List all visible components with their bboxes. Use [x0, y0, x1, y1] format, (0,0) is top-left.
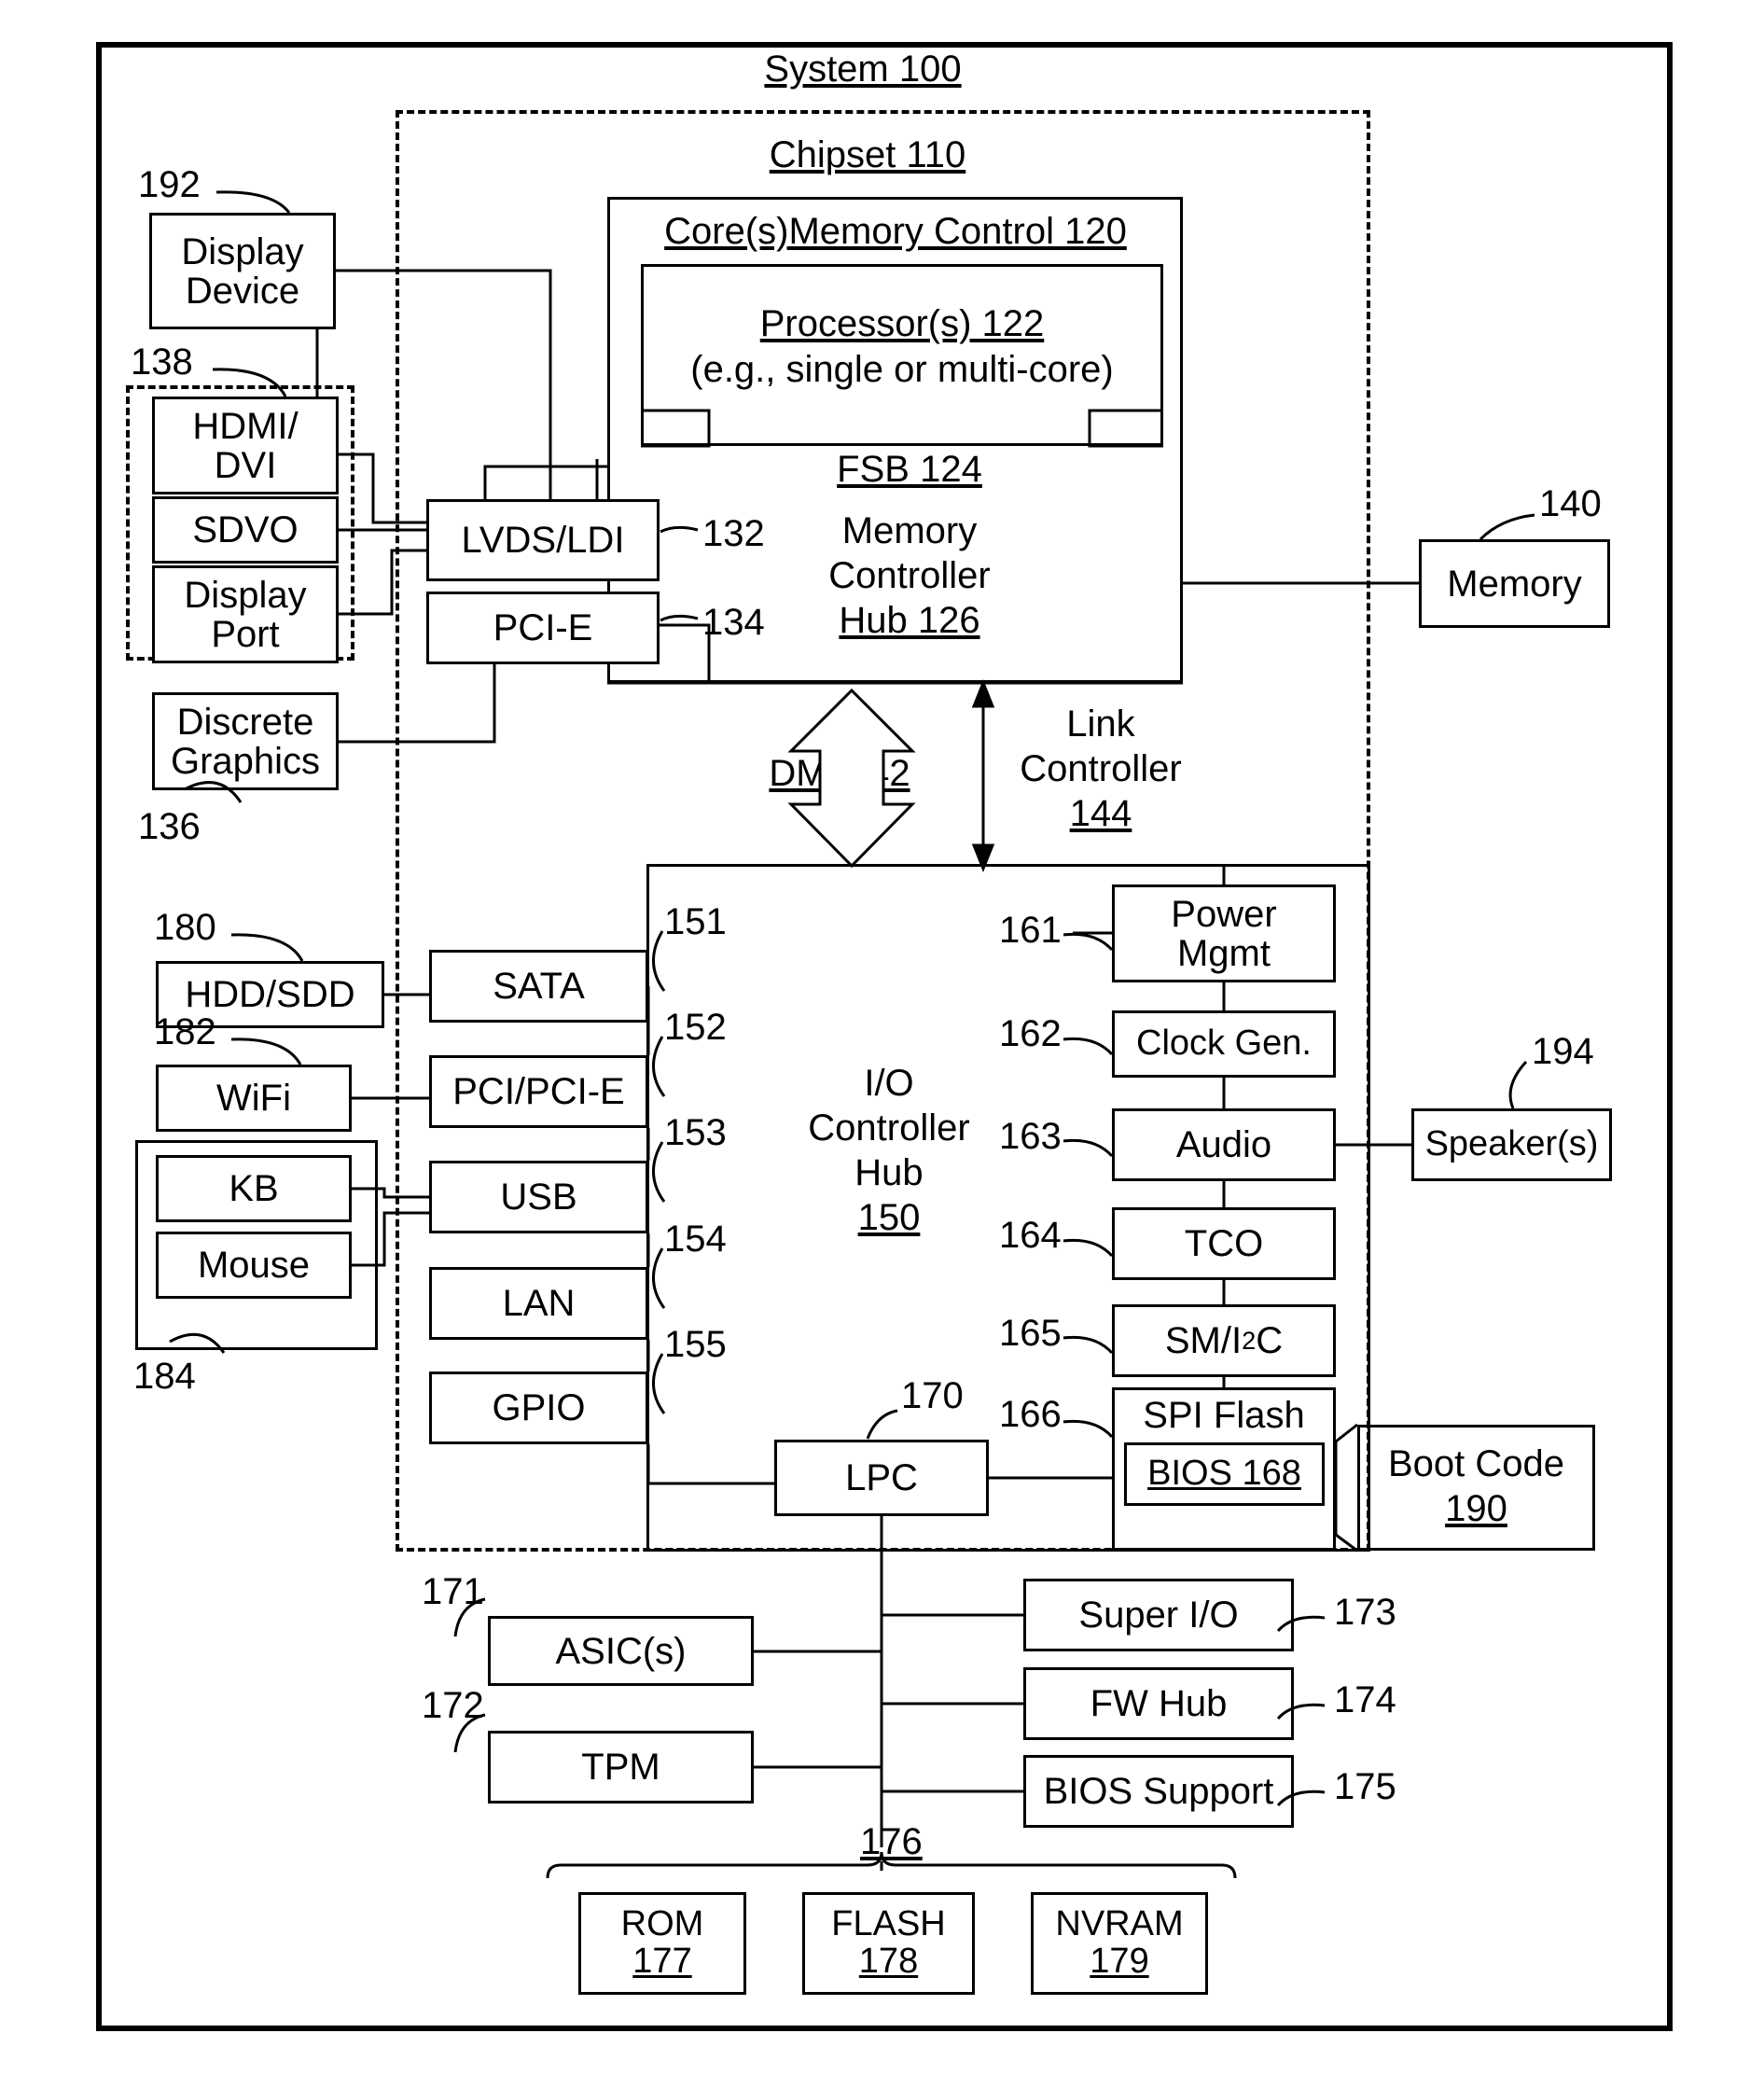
bios-support-block[interactable]: BIOS Support: [1023, 1755, 1294, 1828]
memory-controller-hub-line2: Controller: [828, 555, 991, 596]
link-controller-line2: Controller: [1020, 748, 1182, 789]
link-controller-line1: Link: [1066, 703, 1135, 745]
kb-block[interactable]: KB: [156, 1155, 352, 1222]
ref-155: 155: [664, 1324, 727, 1365]
nvram-ref: 179: [1090, 1942, 1149, 1981]
rom-ref: 177: [632, 1942, 692, 1981]
ref-162: 162: [999, 1013, 1062, 1054]
ref-194: 194: [1532, 1031, 1594, 1072]
boot-code-line1: Boot Code: [1387, 1443, 1565, 1484]
core-memory-control-title: Core(s)Memory Control 120: [664, 211, 1127, 252]
ioch-line1: I/O: [864, 1063, 914, 1104]
ref-180: 180: [154, 907, 216, 948]
chipset-title: Chipset 110: [769, 134, 966, 175]
pci-e-block[interactable]: PCI-E: [426, 592, 660, 664]
boot-code-line2: 190: [1445, 1488, 1507, 1529]
sm-i2c-block[interactable]: SM/I 2 C: [1112, 1304, 1336, 1377]
lan-block[interactable]: LAN: [429, 1267, 648, 1340]
ioch-line2: Controller: [808, 1107, 970, 1149]
sdvo-block[interactable]: SDVO: [152, 496, 339, 564]
ref-134: 134: [702, 602, 765, 643]
tpm-block[interactable]: TPM: [488, 1731, 754, 1803]
wifi-block[interactable]: WiFi: [156, 1065, 352, 1132]
discrete-graphics-block[interactable]: Discrete Graphics: [152, 692, 339, 790]
hdmi-dvi-block[interactable]: HDMI/ DVI: [152, 397, 339, 494]
ref-175: 175: [1334, 1766, 1396, 1807]
ioch-line4: 150: [857, 1197, 921, 1238]
ref-161: 161: [999, 910, 1062, 951]
ref-184: 184: [133, 1356, 196, 1397]
power-mgmt-block[interactable]: Power Mgmt: [1112, 884, 1336, 982]
ref-153: 153: [664, 1112, 727, 1153]
ref-170: 170: [901, 1375, 964, 1416]
flash-label: FLASH: [831, 1904, 946, 1944]
flash-ref: 178: [858, 1942, 919, 1981]
mouse-block[interactable]: Mouse: [156, 1232, 352, 1299]
sata-block[interactable]: SATA: [429, 950, 648, 1023]
gpio-block[interactable]: GPIO: [429, 1372, 648, 1444]
ref-166: 166: [999, 1394, 1062, 1435]
patent-figure-canvas: System 100 Chipset 110 Core(s)Memory Con…: [0, 0, 1764, 2075]
sm-i2c-label-superscript: 2: [1242, 1325, 1257, 1355]
ref-151: 151: [664, 901, 727, 942]
ref-140: 140: [1539, 483, 1602, 524]
ref-182: 182: [154, 1011, 216, 1052]
display-device-block[interactable]: Display Device: [149, 213, 336, 329]
memory-block[interactable]: Memory: [1419, 539, 1610, 628]
processor-label-line2: (e.g., single or multi-core): [690, 349, 1114, 390]
flash-block[interactable]: FLASH 178: [802, 1892, 975, 1995]
sm-i2c-label-post: C: [1256, 1320, 1284, 1361]
dmi-label: DMI 142: [769, 753, 910, 794]
ref-136: 136: [138, 806, 201, 847]
ref-173: 173: [1334, 1592, 1396, 1633]
ref-138: 138: [131, 341, 193, 383]
ref-154: 154: [664, 1219, 727, 1260]
ref-164: 164: [999, 1215, 1062, 1256]
ref-152: 152: [664, 1007, 727, 1048]
link-controller-line3: 144: [1069, 793, 1132, 834]
ref-132: 132: [702, 513, 765, 554]
ioch-line3: Hub: [854, 1152, 924, 1193]
memory-controller-hub-line3: Hub 126: [839, 600, 980, 641]
ref-165: 165: [999, 1313, 1062, 1354]
lpc-block[interactable]: LPC: [774, 1440, 989, 1516]
lvds-ldi-block[interactable]: LVDS/LDI: [426, 499, 660, 581]
nvram-label: NVRAM: [1055, 1904, 1184, 1944]
ref-171: 171: [422, 1571, 484, 1612]
ref-176: 176: [860, 1821, 923, 1862]
sm-i2c-label-pre: SM/I: [1164, 1320, 1243, 1361]
processor-label-line1: Processor(s) 122: [759, 303, 1045, 344]
ref-172: 172: [422, 1685, 484, 1726]
fw-hub-block[interactable]: FW Hub: [1023, 1667, 1294, 1740]
asic-block[interactable]: ASIC(s): [488, 1616, 754, 1686]
audio-block[interactable]: Audio: [1112, 1108, 1336, 1181]
system-title: System 100: [764, 49, 962, 90]
fsb-label: FSB 124: [837, 449, 982, 490]
rom-label: ROM: [620, 1904, 704, 1944]
pci-pcie-block[interactable]: PCI/PCI-E: [429, 1055, 648, 1128]
usb-block[interactable]: USB: [429, 1161, 648, 1233]
ref-174: 174: [1334, 1679, 1396, 1720]
tco-block[interactable]: TCO: [1112, 1207, 1336, 1280]
ref-192: 192: [138, 164, 201, 205]
nvram-block[interactable]: NVRAM 179: [1031, 1892, 1208, 1995]
ref-163: 163: [999, 1116, 1062, 1157]
speakers-block[interactable]: Speaker(s): [1411, 1108, 1612, 1181]
bios-block[interactable]: BIOS 168: [1124, 1442, 1325, 1506]
super-io-block[interactable]: Super I/O: [1023, 1579, 1294, 1651]
rom-block[interactable]: ROM 177: [578, 1892, 746, 1995]
clock-gen-block[interactable]: Clock Gen.: [1112, 1010, 1336, 1078]
display-port-block[interactable]: Display Port: [152, 565, 339, 663]
memory-controller-hub-line1: Memory: [841, 510, 978, 551]
